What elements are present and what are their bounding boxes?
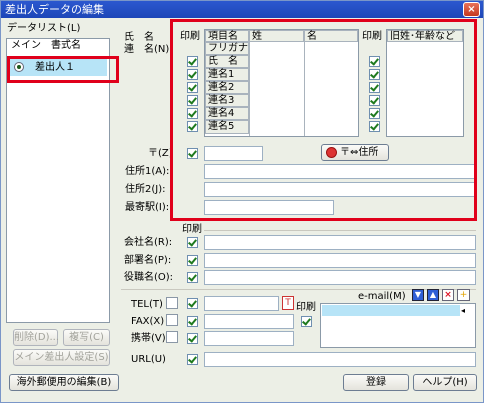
mobile-input[interactable] <box>204 331 294 346</box>
dept-input[interactable] <box>204 253 476 268</box>
email-list[interactable]: ◂ <box>320 303 476 348</box>
arrow-down-icon[interactable]: ▼ <box>412 289 424 301</box>
print-dept-checkbox[interactable] <box>187 255 198 266</box>
station-label: 最寄駅(I): <box>125 202 170 213</box>
phone-icon[interactable]: T <box>282 296 294 310</box>
overseas-edit-button[interactable]: 海外郵便用の編集(B) <box>9 374 119 391</box>
col-name-header: 書式名 <box>51 40 81 51</box>
mobile-dropdown-icon[interactable] <box>166 331 178 343</box>
title-input[interactable] <box>204 270 476 285</box>
email-row[interactable] <box>322 305 460 316</box>
name-label: 氏 名 <box>124 32 154 43</box>
title-label: 役職名(O): <box>124 272 174 283</box>
print-url-checkbox[interactable] <box>187 354 198 365</box>
highlight-frame-list <box>7 56 119 83</box>
arrow-up-icon[interactable]: ▲ <box>427 289 439 301</box>
address2-label: 住所2(J): <box>125 184 166 195</box>
delete-icon[interactable]: × <box>442 289 454 301</box>
scroll-left-icon[interactable]: ◂ <box>461 305 465 316</box>
divider <box>204 230 476 231</box>
print-email-checkbox[interactable] <box>301 316 312 327</box>
company-label: 会社名(R): <box>124 237 173 248</box>
close-button[interactable]: × <box>463 2 480 17</box>
joint-name-label: 連 名(N): <box>124 44 173 55</box>
fax-input[interactable] <box>204 314 294 329</box>
data-list-label: データリスト(L) <box>7 23 81 34</box>
add-icon[interactable]: + <box>457 289 470 301</box>
url-label: URL(U) <box>131 354 166 365</box>
tel-input[interactable] <box>204 296 279 311</box>
main-sender-setting-button[interactable]: メイン差出人設定(S) <box>13 349 110 366</box>
help-button[interactable]: ヘルプ(H) <box>413 374 477 391</box>
title-bar: 差出人データの編集 × <box>1 1 483 18</box>
delete-button[interactable]: 削除(D)... <box>13 329 59 346</box>
tel-dropdown-icon[interactable] <box>166 297 178 309</box>
email-print-label: 印刷 <box>296 302 316 313</box>
edit-sender-dialog: 差出人データの編集 × データリスト(L) メイン 書式名 差出人１ 削除(D)… <box>0 0 484 403</box>
print-mobile-checkbox[interactable] <box>187 333 198 344</box>
postal-label: 〒(Z) <box>148 148 173 159</box>
copy-button[interactable]: 複写(C) <box>63 329 110 346</box>
fax-label: FAX(X) <box>131 316 165 327</box>
print-fax-checkbox[interactable] <box>187 316 198 327</box>
highlight-frame-name-address <box>170 19 477 221</box>
window-title: 差出人データの編集 <box>5 3 104 16</box>
url-input[interactable] <box>204 352 476 367</box>
print-tel-checkbox[interactable] <box>187 298 198 309</box>
tel-label: TEL(T) <box>131 299 163 310</box>
col-main-header: メイン <box>11 40 41 51</box>
register-button[interactable]: 登録 <box>343 374 409 391</box>
company-input[interactable] <box>204 235 476 250</box>
mobile-label: 携帯(V) <box>131 333 166 344</box>
fax-dropdown-icon[interactable] <box>166 314 178 326</box>
email-label: e-mail(M) <box>358 291 406 302</box>
address1-label: 住所1(A): <box>125 166 170 177</box>
company-print-header: 印刷 <box>182 224 202 235</box>
print-title-checkbox[interactable] <box>187 272 198 283</box>
dept-label: 部署名(P): <box>124 255 172 266</box>
print-company-checkbox[interactable] <box>187 237 198 248</box>
